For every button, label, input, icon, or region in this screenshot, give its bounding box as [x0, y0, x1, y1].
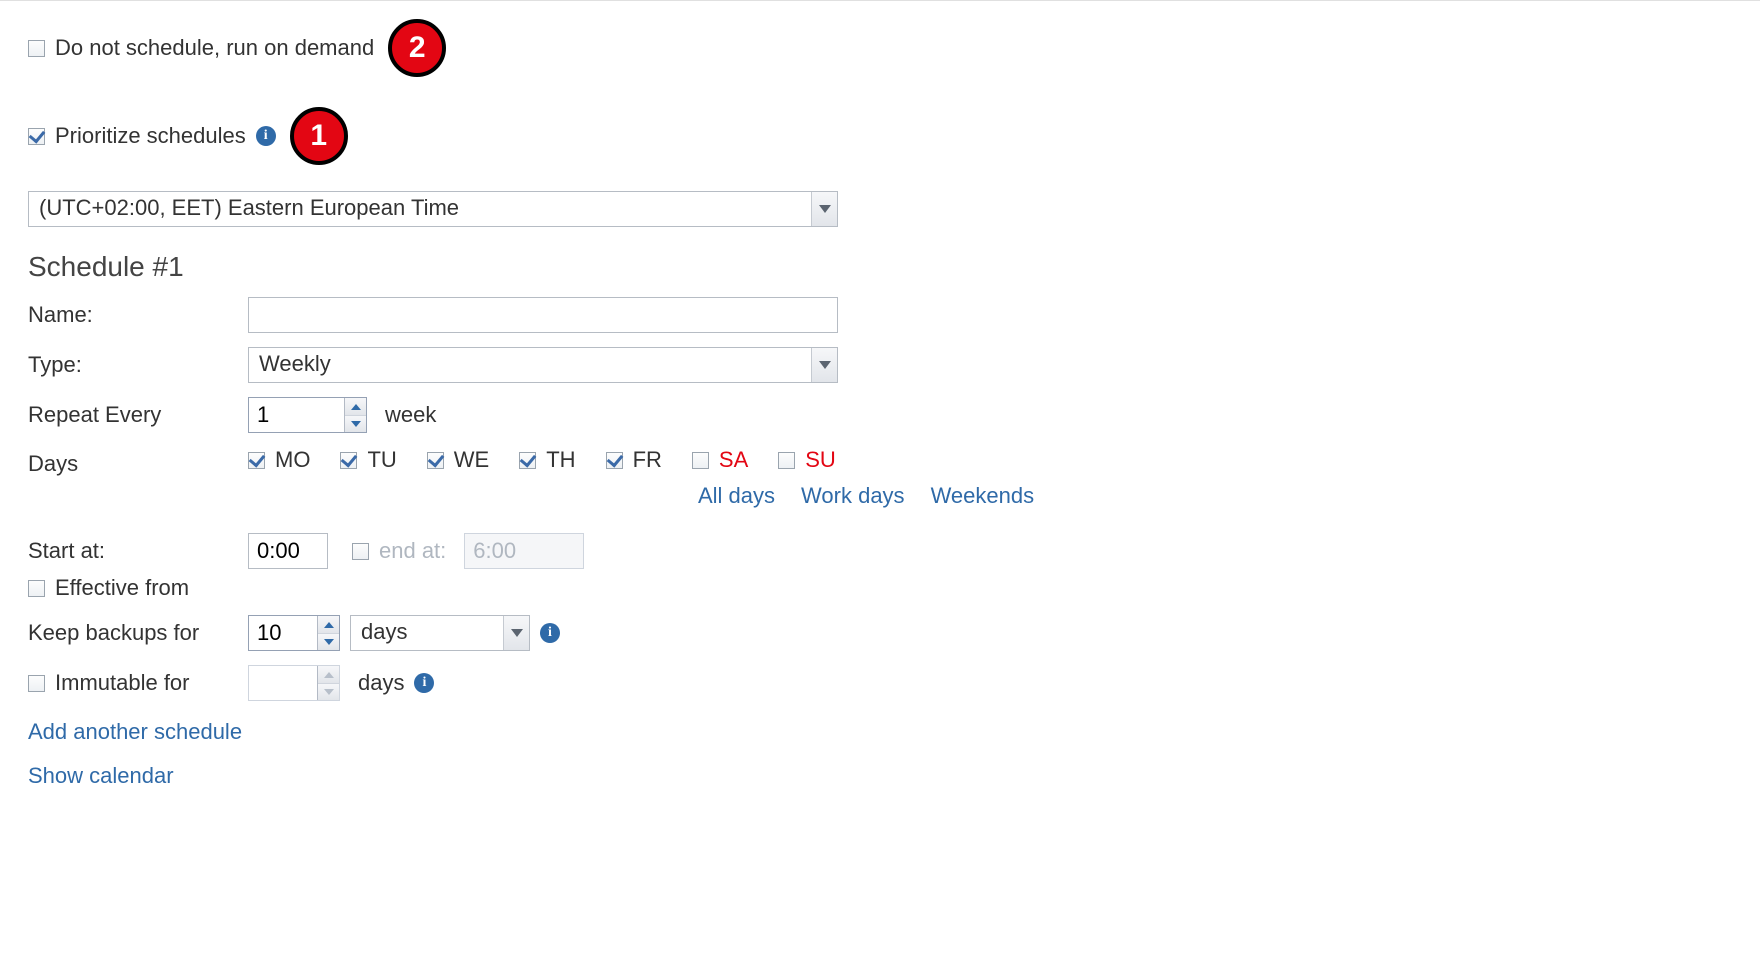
- day-tu-checkbox[interactable]: [340, 452, 357, 469]
- add-schedule-link[interactable]: Add another schedule: [28, 719, 1732, 745]
- day-mo-checkbox[interactable]: [248, 452, 265, 469]
- keep-value[interactable]: [249, 616, 317, 650]
- day-fr-label: FR: [633, 447, 662, 473]
- timezone-value: (UTC+02:00, EET) Eastern European Time: [29, 192, 811, 226]
- day-mo-label: MO: [275, 447, 310, 473]
- day-sa: SA: [692, 447, 748, 473]
- name-input[interactable]: [248, 297, 838, 333]
- timezone-select[interactable]: (UTC+02:00, EET) Eastern European Time: [28, 191, 838, 227]
- chevron-down-icon: [318, 683, 339, 700]
- chevron-up-icon[interactable]: [318, 616, 339, 633]
- no-schedule-label: Do not schedule, run on demand: [55, 35, 374, 61]
- chevron-down-icon: [503, 616, 529, 650]
- chevron-down-icon: [811, 348, 837, 382]
- callout-1: 1: [290, 107, 348, 165]
- repeat-stepper[interactable]: [248, 397, 367, 433]
- info-icon[interactable]: i: [540, 623, 560, 643]
- info-icon[interactable]: i: [256, 126, 276, 146]
- chevron-up-icon: [318, 666, 339, 683]
- prioritize-label: Prioritize schedules: [55, 123, 246, 149]
- type-value: Weekly: [249, 348, 811, 382]
- chevron-down-icon[interactable]: [318, 633, 339, 650]
- keep-stepper[interactable]: [248, 615, 340, 651]
- day-th-label: TH: [546, 447, 575, 473]
- day-we: WE: [427, 447, 489, 473]
- keep-unit-value: days: [351, 616, 503, 650]
- end-at-checkbox[interactable]: [352, 543, 369, 560]
- info-icon[interactable]: i: [414, 673, 434, 693]
- day-tu: TU: [340, 447, 396, 473]
- day-mo: MO: [248, 447, 310, 473]
- show-calendar-link[interactable]: Show calendar: [28, 763, 1732, 789]
- repeat-value[interactable]: [249, 398, 344, 432]
- type-label: Type:: [28, 352, 248, 378]
- work-days-link[interactable]: Work days: [801, 483, 905, 509]
- immutable-stepper: [248, 665, 340, 701]
- immutable-label: Immutable for: [55, 670, 190, 696]
- day-we-label: WE: [454, 447, 489, 473]
- start-time-input[interactable]: [248, 533, 328, 569]
- weekends-link[interactable]: Weekends: [931, 483, 1035, 509]
- effective-from-label: Effective from: [55, 575, 189, 601]
- type-select[interactable]: Weekly: [248, 347, 838, 383]
- repeat-label: Repeat Every: [28, 402, 248, 428]
- callout-2: 2: [388, 19, 446, 77]
- day-sa-label: SA: [719, 447, 748, 473]
- all-days-link[interactable]: All days: [698, 483, 775, 509]
- day-we-checkbox[interactable]: [427, 452, 444, 469]
- repeat-unit: week: [385, 402, 436, 428]
- day-su: SU: [778, 447, 836, 473]
- immutable-unit: days: [358, 670, 404, 696]
- days-label: Days: [28, 447, 248, 477]
- day-sa-checkbox[interactable]: [692, 452, 709, 469]
- chevron-down-icon[interactable]: [345, 415, 366, 432]
- immutable-value: [249, 666, 317, 700]
- effective-from-checkbox[interactable]: [28, 580, 45, 597]
- schedule-heading: Schedule #1: [28, 251, 1732, 283]
- end-time-input: [464, 533, 584, 569]
- day-th: TH: [519, 447, 575, 473]
- day-fr-checkbox[interactable]: [606, 452, 623, 469]
- day-tu-label: TU: [367, 447, 396, 473]
- end-at-label: end at:: [379, 538, 446, 564]
- name-label: Name:: [28, 302, 248, 328]
- day-fr: FR: [606, 447, 662, 473]
- day-th-checkbox[interactable]: [519, 452, 536, 469]
- keep-label: Keep backups for: [28, 620, 248, 646]
- chevron-up-icon[interactable]: [345, 398, 366, 415]
- start-label: Start at:: [28, 538, 248, 564]
- no-schedule-checkbox[interactable]: [28, 40, 45, 57]
- day-su-checkbox[interactable]: [778, 452, 795, 469]
- chevron-down-icon: [811, 192, 837, 226]
- prioritize-checkbox[interactable]: [28, 128, 45, 145]
- immutable-checkbox[interactable]: [28, 675, 45, 692]
- keep-unit-select[interactable]: days: [350, 615, 530, 651]
- day-su-label: SU: [805, 447, 836, 473]
